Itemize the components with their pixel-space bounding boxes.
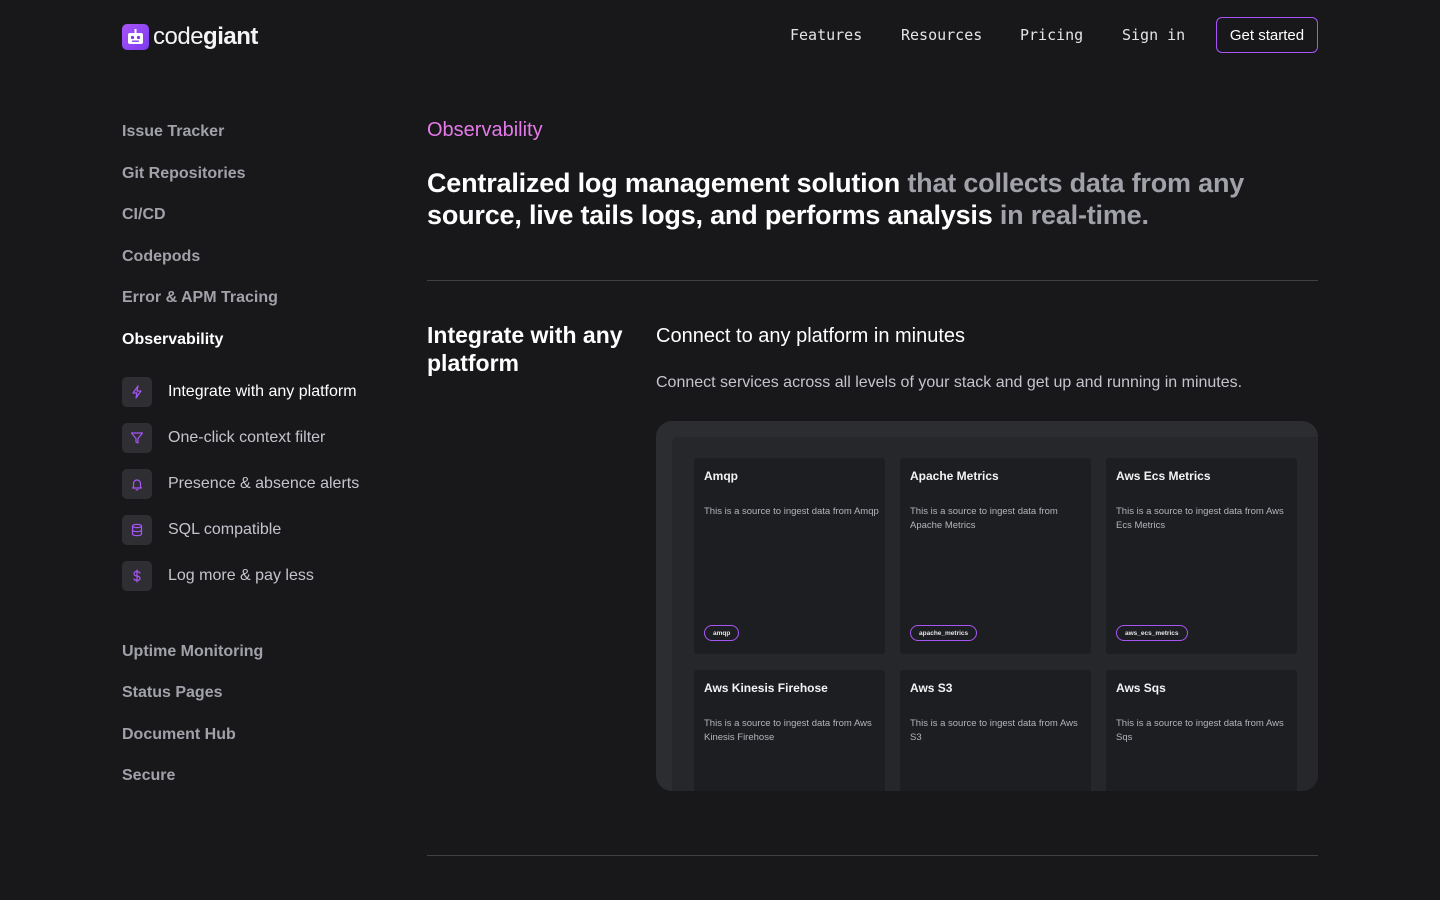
sidebar-subitem-context-filter[interactable]: One-click context filter (122, 423, 325, 453)
source-card-title: Aws Ecs Metrics (1116, 469, 1211, 483)
source-card-title: Apache Metrics (910, 469, 999, 483)
nav-resources[interactable]: Resources (901, 26, 982, 44)
logo-text-bold: giant (203, 23, 258, 50)
sidebar-item-document-hub[interactable]: Document Hub (122, 725, 236, 745)
source-card-title: Aws Sqs (1116, 681, 1166, 695)
sidebar-subitem-label: One-click context filter (168, 429, 326, 446)
source-card-title: Amqp (704, 469, 738, 483)
source-card[interactable]: Aws Kinesis Firehose This is a source to… (694, 670, 885, 791)
bell-icon (122, 469, 152, 499)
source-card[interactable]: Aws Sqs This is a source to ingest data … (1106, 670, 1297, 791)
sidebar-item-error-apm-tracing[interactable]: Error & APM Tracing (122, 288, 278, 308)
source-card-tag: amqp (704, 625, 740, 641)
sidebar-subitem-label: SQL compatible (168, 521, 282, 538)
integrations-preview-inner: Amqp This is a source to ingest data fro… (672, 437, 1318, 791)
feature-subtitle: Connect to any platform in minutes (656, 325, 966, 347)
sidebar-subitem-alerts[interactable]: Presence & absence alerts (122, 469, 359, 499)
headline-strong-2: source, live tails logs, and performs an… (427, 200, 993, 230)
feature-description: Connect services across all levels of yo… (656, 374, 1243, 391)
logo-robot-icon (122, 24, 149, 50)
source-card-tag: apache_metrics (910, 625, 978, 641)
sidebar-subitem-label: Log more & pay less (168, 567, 314, 584)
sidebar-item-ci-cd[interactable]: CI/CD (122, 205, 166, 225)
headline-muted-2: in real-time. (992, 200, 1149, 230)
sidebar-subitem-sql[interactable]: SQL compatible (122, 515, 281, 545)
source-card[interactable]: Aws S3 This is a source to ingest data f… (900, 670, 1091, 791)
source-card-description: This is a source to ingest data from Aws… (1116, 718, 1284, 743)
source-card[interactable]: Amqp This is a source to ingest data fro… (694, 458, 885, 654)
logo-text-light: code (153, 23, 204, 50)
sidebar-item-observability[interactable]: Observability (122, 330, 223, 350)
nav-pricing[interactable]: Pricing (1020, 26, 1083, 44)
integrations-preview: Amqp This is a source to ingest data fro… (656, 421, 1318, 791)
filter-icon (122, 423, 152, 453)
divider (427, 855, 1318, 856)
section-eyebrow: Observability (427, 119, 543, 141)
feature-title: Integrate with any platform (427, 322, 623, 376)
headline-muted-1: that collects data from any (900, 168, 1245, 198)
sidebar-subitem-integrate[interactable]: Integrate with any platform (122, 377, 357, 407)
dollar-icon (122, 561, 152, 591)
nav-sign-in[interactable]: Sign in (1122, 26, 1185, 44)
top-navbar: codegiant Features Resources Pricing Sig… (0, 0, 1440, 72)
source-card-tag: aws_ecs_metrics (1116, 625, 1188, 641)
page-headline: Centralized log management solution that… (427, 167, 1318, 231)
logo[interactable]: codegiant (122, 24, 258, 50)
headline-strong-1: Centralized log management solution (427, 168, 901, 198)
nav-features[interactable]: Features (790, 26, 862, 44)
source-card-description: This is a source to ingest data from Amq… (704, 506, 879, 517)
source-card-description: This is a source to ingest data from Aws… (704, 718, 872, 743)
database-icon (122, 515, 152, 545)
sidebar-item-codepods[interactable]: Codepods (122, 247, 200, 267)
sidebar-item-issue-tracker[interactable]: Issue Tracker (122, 122, 224, 142)
sidebar-item-status-pages[interactable]: Status Pages (122, 683, 222, 703)
sidebar-subitem-pricing[interactable]: Log more & pay less (122, 561, 314, 591)
get-started-button[interactable]: Get started (1216, 17, 1318, 53)
sidebar-subitem-label: Presence & absence alerts (168, 475, 360, 492)
source-card-title: Aws S3 (910, 681, 953, 695)
source-card-description: This is a source to ingest data from Aws… (1116, 506, 1284, 531)
source-card-title: Aws Kinesis Firehose (704, 681, 828, 695)
source-card-description: This is a source to ingest data from Apa… (910, 506, 1058, 531)
source-card[interactable]: Apache Metrics This is a source to inges… (900, 458, 1091, 654)
sidebar-item-secure[interactable]: Secure (122, 766, 175, 786)
sidebar-item-git-repositories[interactable]: Git Repositories (122, 164, 246, 184)
lightning-icon (122, 377, 152, 407)
sidebar-subitem-label: Integrate with any platform (168, 383, 357, 400)
divider (427, 280, 1318, 281)
logo-wordmark: codegiant (153, 24, 258, 50)
source-card-description: This is a source to ingest data from Aws… (910, 718, 1078, 743)
sidebar-item-uptime-monitoring[interactable]: Uptime Monitoring (122, 642, 263, 662)
source-card[interactable]: Aws Ecs Metrics This is a source to inge… (1106, 458, 1297, 654)
